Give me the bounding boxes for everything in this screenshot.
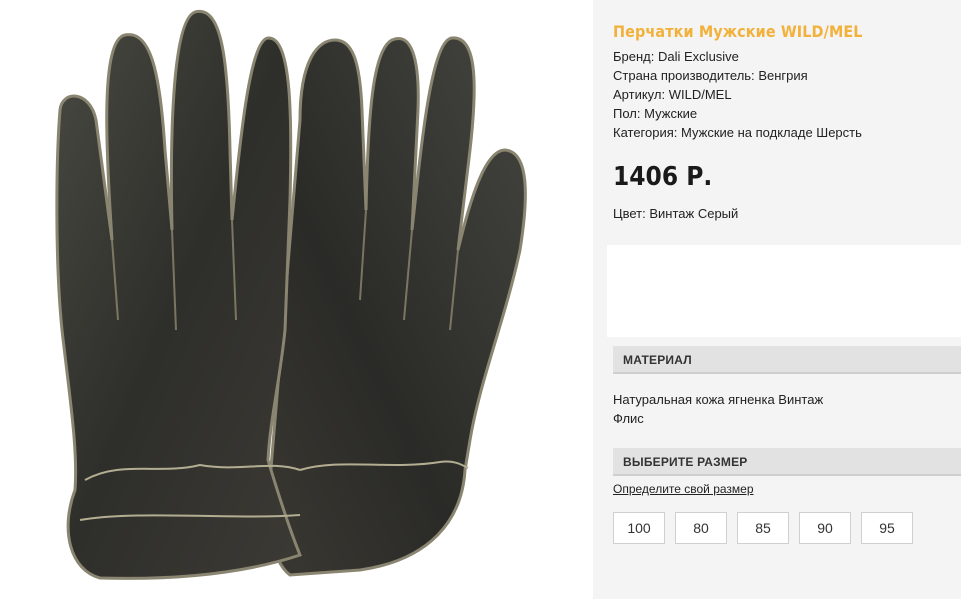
empty-placeholder-box bbox=[607, 245, 961, 337]
spec-value: Венгрия bbox=[758, 68, 808, 83]
left-glove-shape bbox=[55, 9, 302, 580]
spec-country: Страна производитель: Венгрия bbox=[613, 66, 862, 85]
spec-value: Мужские bbox=[644, 106, 698, 121]
size-button-100[interactable]: 100 bbox=[613, 512, 665, 544]
product-color: Цвет: Винтаж Серый bbox=[613, 206, 738, 221]
size-button-85[interactable]: 85 bbox=[737, 512, 789, 544]
spec-value: Dali Exclusive bbox=[658, 49, 739, 64]
spec-label: Артикул: bbox=[613, 87, 666, 102]
product-title: Перчатки Мужские WILD/MEL bbox=[613, 22, 863, 41]
spec-label: Бренд: bbox=[613, 49, 655, 64]
material-header: МАТЕРИАЛ bbox=[613, 346, 961, 374]
product-specs: Бренд: Dali Exclusive Страна производите… bbox=[613, 47, 862, 142]
product-image[interactable] bbox=[0, 0, 593, 599]
material-description: Натуральная кожа ягненка Винтаж Флис bbox=[613, 390, 823, 428]
material-line: Натуральная кожа ягненка Винтаж bbox=[613, 392, 824, 407]
size-button-90[interactable]: 90 bbox=[799, 512, 851, 544]
product-info-panel: Перчатки Мужские WILD/MEL Бренд: Dali Ex… bbox=[593, 0, 961, 599]
product-price: 1406 Р. bbox=[613, 162, 713, 192]
size-guide-link[interactable]: Определите свой размер bbox=[613, 482, 754, 496]
gloves-photo bbox=[55, 9, 527, 580]
size-options: 100 80 85 90 95 bbox=[613, 512, 913, 544]
spec-brand: Бренд: Dali Exclusive bbox=[613, 47, 862, 66]
color-label: Цвет: bbox=[613, 206, 646, 221]
spec-value: WILD/MEL bbox=[668, 87, 732, 102]
right-glove-shape bbox=[267, 36, 527, 577]
material-line: Флис bbox=[613, 411, 644, 426]
spec-label: Категория: bbox=[613, 125, 678, 140]
size-header: ВЫБЕРИТЕ РАЗМЕР bbox=[613, 448, 961, 476]
spec-label: Страна производитель: bbox=[613, 68, 755, 83]
size-button-80[interactable]: 80 bbox=[675, 512, 727, 544]
spec-value: Мужские на подкладе Шерсть bbox=[681, 125, 862, 140]
spec-article: Артикул: WILD/MEL bbox=[613, 85, 862, 104]
spec-category: Категория: Мужские на подкладе Шерсть bbox=[613, 123, 862, 142]
spec-label: Пол: bbox=[613, 106, 641, 121]
spec-gender: Пол: Мужские bbox=[613, 104, 862, 123]
size-button-95[interactable]: 95 bbox=[861, 512, 913, 544]
color-value: Винтаж Серый bbox=[649, 206, 739, 221]
